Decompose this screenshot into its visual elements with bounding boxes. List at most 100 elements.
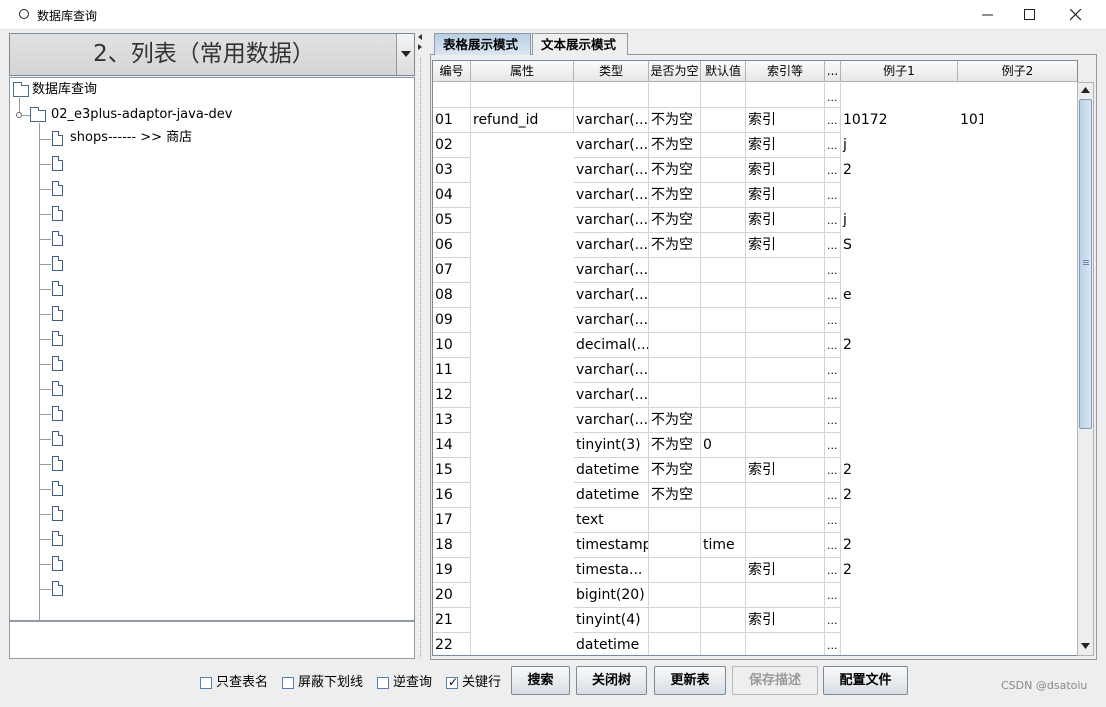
tree-table-item[interactable] (70, 477, 370, 499)
cell-default[interactable] (701, 208, 746, 233)
cell-id[interactable]: 16 (433, 483, 471, 508)
collapse-left-icon[interactable] (418, 34, 422, 40)
cell-default[interactable] (701, 308, 746, 333)
cell-example2[interactable] (958, 458, 983, 483)
cell-more[interactable]: ... (825, 433, 841, 458)
tree-table-item[interactable] (70, 377, 370, 399)
cell-default[interactable] (701, 583, 746, 608)
cell-index[interactable] (746, 283, 825, 308)
tree-table-item[interactable] (70, 227, 370, 249)
cell-more[interactable]: ... (825, 558, 841, 583)
cell-attr[interactable] (471, 308, 574, 333)
header-col-more[interactable]: ... (825, 61, 841, 82)
cell-more[interactable]: ... (825, 258, 841, 283)
cell-id[interactable]: 03 (433, 158, 471, 183)
table-row[interactable]: 10 decimal(...... 2 (433, 333, 1077, 358)
checkbox-box[interactable] (282, 677, 294, 689)
cell-nullable[interactable] (649, 333, 701, 358)
table-row[interactable]: 19 timesta... 索引... 2 (433, 558, 1077, 583)
cell-index[interactable] (746, 308, 825, 333)
cell-example1[interactable]: S (841, 233, 934, 258)
save-description-button[interactable]: 保存描述 (732, 666, 818, 695)
header-col-example1[interactable]: 例子1 (841, 61, 958, 82)
table-row[interactable]: 11 varchar(...... (433, 358, 1077, 383)
database-tree[interactable]: 数据库查询 02_e3plus-adaptor-java-dev shops--… (9, 77, 415, 621)
cell-default[interactable] (701, 158, 746, 183)
refresh-table-button[interactable]: 更新表 (654, 666, 726, 695)
cell-nullable[interactable]: 不为空 (649, 433, 701, 458)
cell-example2[interactable] (958, 508, 983, 533)
table-cell[interactable]: ... (825, 83, 841, 108)
cell-attr[interactable] (471, 183, 574, 208)
cell-nullable[interactable] (649, 608, 701, 633)
cell-example2[interactable] (958, 358, 983, 383)
table-row[interactable]: 09 varchar(...... (433, 308, 1077, 333)
cell-index[interactable] (746, 333, 825, 358)
cell-more[interactable]: ... (825, 483, 841, 508)
cell-example1[interactable]: 2 (841, 558, 934, 583)
cell-id[interactable]: 20 (433, 583, 471, 608)
cell-default[interactable] (701, 283, 746, 308)
cell-type[interactable]: varchar(... (574, 108, 649, 133)
cell-attr[interactable] (471, 358, 574, 383)
cell-example2[interactable] (958, 133, 983, 158)
cell-type[interactable]: varchar(... (574, 283, 649, 308)
cell-example1[interactable] (841, 633, 934, 655)
cell-default[interactable] (701, 408, 746, 433)
table-cell[interactable] (433, 83, 471, 108)
cell-type[interactable]: varchar(... (574, 233, 649, 258)
cell-nullable[interactable] (649, 583, 701, 608)
cell-index[interactable] (746, 383, 825, 408)
tree-table-item[interactable] (70, 552, 370, 574)
cell-default[interactable] (701, 458, 746, 483)
query-mode-dropdown[interactable]: 2、列表（常用数据） (9, 33, 415, 76)
cell-type[interactable]: datetime (574, 458, 649, 483)
table-row[interactable]: 12 varchar(...... (433, 383, 1077, 408)
cell-attr[interactable] (471, 208, 574, 233)
config-file-button[interactable]: 配置文件 (823, 666, 908, 695)
cell-example2[interactable] (958, 183, 983, 208)
cell-example2[interactable] (958, 533, 983, 558)
search-button[interactable]: 搜索 (511, 666, 570, 695)
cell-index[interactable]: 索引 (746, 233, 825, 258)
tree-table-item[interactable] (70, 277, 370, 299)
cell-example2[interactable] (958, 283, 983, 308)
cell-nullable[interactable] (649, 258, 701, 283)
cell-type[interactable]: timesta... (574, 558, 649, 583)
cell-nullable[interactable] (649, 533, 701, 558)
table-cell[interactable] (701, 83, 746, 108)
cell-index[interactable]: 索引 (746, 558, 825, 583)
cell-index[interactable] (746, 483, 825, 508)
cell-nullable[interactable] (649, 383, 701, 408)
cell-type[interactable]: datetime (574, 483, 649, 508)
table-row[interactable]: 01refund_idvarchar(...不为空 索引...10172 101 (433, 108, 1077, 133)
cell-more[interactable]: ... (825, 608, 841, 633)
cell-attr[interactable] (471, 608, 574, 633)
cell-type[interactable]: varchar(... (574, 208, 649, 233)
cell-example1[interactable]: 2 (841, 483, 934, 508)
table-row-blank[interactable]: ... (433, 83, 1077, 108)
scroll-down-button[interactable] (1078, 639, 1093, 654)
cell-example1[interactable]: e (841, 283, 934, 308)
cell-more[interactable]: ... (825, 208, 841, 233)
cell-nullable[interactable]: 不为空 (649, 233, 701, 258)
cell-id[interactable]: 04 (433, 183, 471, 208)
cell-attr[interactable] (471, 533, 574, 558)
tree-table-item[interactable] (70, 252, 370, 274)
cell-id[interactable]: 07 (433, 258, 471, 283)
cell-default[interactable] (701, 483, 746, 508)
cell-example2[interactable] (958, 258, 983, 283)
cell-more[interactable]: ... (825, 633, 841, 655)
cell-type[interactable]: varchar(... (574, 308, 649, 333)
tree-table-item[interactable] (70, 302, 370, 324)
cell-type[interactable]: timestamp (574, 533, 649, 558)
cell-nullable[interactable] (649, 508, 701, 533)
cell-id[interactable]: 09 (433, 308, 471, 333)
tree-table-item[interactable] (70, 452, 370, 474)
cell-id[interactable]: 08 (433, 283, 471, 308)
cell-default[interactable] (701, 258, 746, 283)
cell-index[interactable]: 索引 (746, 608, 825, 633)
tree-table-item[interactable] (70, 177, 370, 199)
cell-example2[interactable] (958, 583, 983, 608)
cell-example1[interactable] (841, 508, 934, 533)
